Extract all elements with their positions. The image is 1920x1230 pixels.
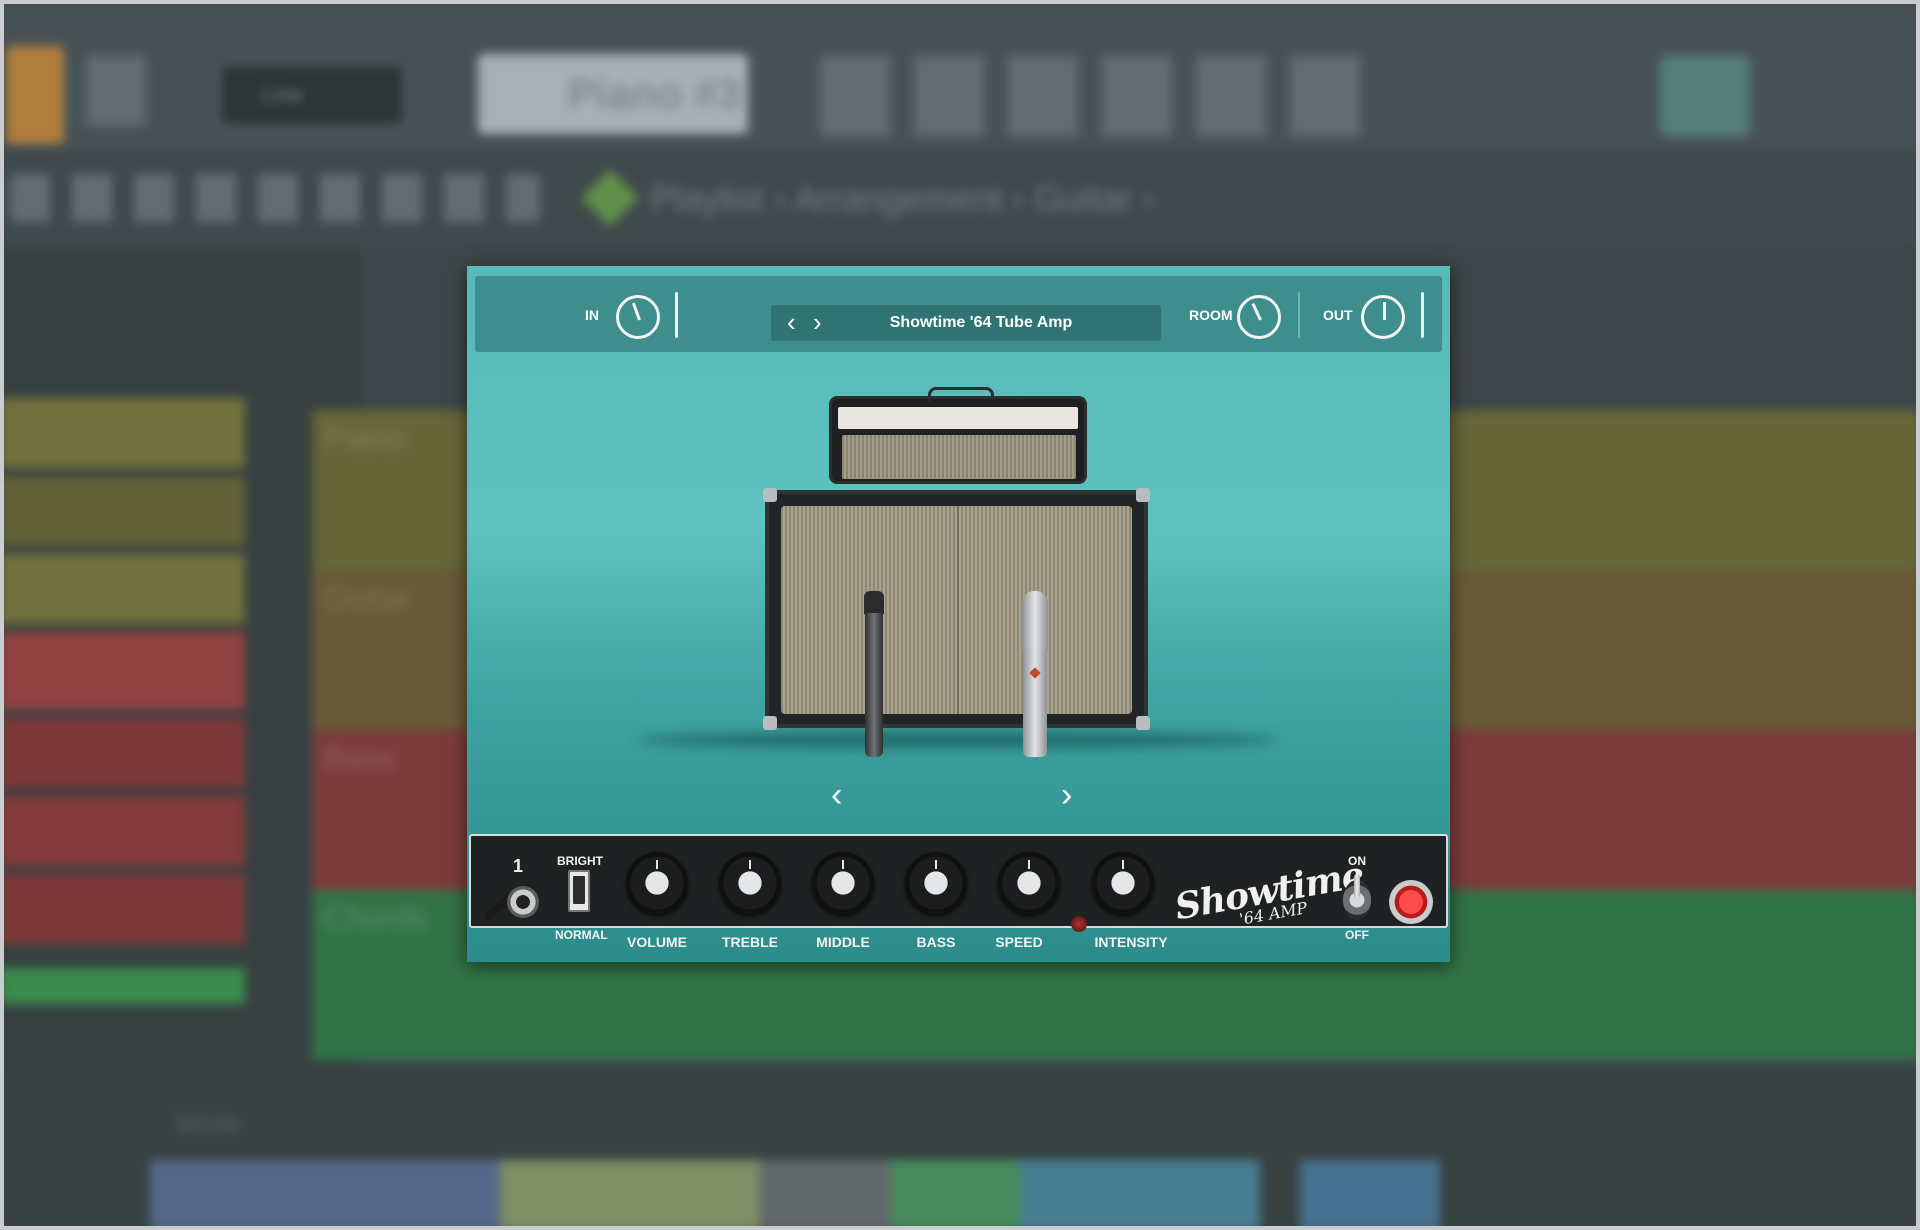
channel-row <box>0 796 245 866</box>
off-label: OFF <box>1345 928 1369 942</box>
corner-protector <box>763 488 777 502</box>
daw-playlist-icon <box>581 169 639 227</box>
power-toggle-switch[interactable] <box>1343 874 1371 920</box>
channel-row <box>0 554 245 624</box>
out-label: OUT <box>1323 307 1353 323</box>
channel-row <box>0 476 245 546</box>
volume-label: VOLUME <box>627 934 687 950</box>
mic-body <box>865 613 883 757</box>
treble-knob[interactable] <box>719 852 781 914</box>
amp-control-panel <box>838 407 1078 429</box>
plugin-header: IN ‹ › Showtime '64 Tube Amp ROOM OUT <box>475 276 1442 352</box>
bright-label: BRIGHT <box>557 854 603 868</box>
cabinet-prev-arrow[interactable]: ‹ <box>831 778 842 812</box>
amp-head-image <box>829 387 1087 484</box>
daw-channel-list <box>0 248 360 1068</box>
in-label: IN <box>585 307 599 323</box>
daw-icon-green <box>1660 56 1750 136</box>
daw-pattern-block <box>1300 1160 1440 1230</box>
channel-row <box>0 632 245 710</box>
daw-logo <box>6 46 64 144</box>
in-knob[interactable] <box>616 295 660 339</box>
mic-body <box>1023 649 1047 757</box>
breadcrumb-item: Guitar <box>1034 178 1133 219</box>
bass-label: BASS <box>916 934 956 950</box>
ribbon-mic[interactable] <box>1020 591 1050 761</box>
bass-knob[interactable] <box>905 852 967 914</box>
daw-secondary-toolbar: Playlist › Arrangement › Guitar › <box>0 148 1920 248</box>
normal-label: NORMAL <box>555 928 608 942</box>
mic-head <box>1022 591 1048 651</box>
speaker-cabinet-image <box>763 488 1150 730</box>
daw-pattern-block <box>760 1160 890 1230</box>
track-label: Guitar <box>324 580 412 616</box>
daw-pattern-block <box>500 1160 760 1230</box>
speed-label: SPEED <box>995 934 1043 950</box>
preset-name: Showtime '64 Tube Amp <box>889 314 1073 331</box>
intensity-knob[interactable] <box>1092 852 1154 914</box>
track-label: Bass <box>324 740 396 776</box>
daw-edit-tools <box>10 174 540 222</box>
treble-label: TREBLE <box>722 934 778 950</box>
corner-protector <box>1136 716 1150 730</box>
power-lamp-button[interactable] <box>1389 880 1433 924</box>
channel-number: 1 <box>513 856 524 876</box>
channel-row <box>0 718 245 788</box>
volume-knob[interactable] <box>626 852 688 914</box>
amp-plugin-window: IN ‹ › Showtime '64 Tube Amp ROOM OUT ‹ … <box>467 266 1450 962</box>
amp-handle <box>928 387 994 401</box>
bright-normal-switch[interactable] <box>568 870 590 912</box>
preset-selector[interactable]: ‹ › Showtime '64 Tube Amp <box>771 305 1161 341</box>
corner-protector <box>763 716 777 730</box>
daw-pattern-label: Piano #3 <box>568 70 741 117</box>
breadcrumb-item: Playlist <box>650 178 765 219</box>
tremolo-led <box>1071 916 1087 932</box>
cabinet-seam <box>957 506 959 714</box>
floor-shadow <box>637 732 1277 748</box>
breadcrumb-item: Arrangement <box>794 178 1003 219</box>
daw-preset-label: Line <box>262 82 304 107</box>
preset-prev-button[interactable]: ‹ <box>787 309 796 335</box>
daw-icon <box>86 56 146 126</box>
daw-breadcrumb: Playlist › Arrangement › Guitar › <box>650 178 1155 219</box>
out-knob[interactable] <box>1361 295 1405 339</box>
daw-pattern-block <box>890 1160 1020 1230</box>
corner-protector <box>1136 488 1150 502</box>
intensity-label: INTENSITY <box>1094 934 1168 950</box>
preset-next-button[interactable]: › <box>813 309 822 335</box>
track-label: Piano <box>324 420 406 456</box>
screen: Line Piano #3 Playlist › Arrangement › G… <box>0 0 1920 1230</box>
divider <box>1298 292 1300 338</box>
track-label: Chords <box>324 900 428 936</box>
amp-control-panel-strip: 1 BRIGHT NORMAL VOLUME TREBLE MIDDLE BAS… <box>469 834 1448 950</box>
daw-pattern-block <box>1020 1160 1260 1230</box>
daw-top-toolbar: Line Piano #3 <box>0 0 1920 148</box>
mic-head <box>864 591 884 615</box>
room-knob[interactable] <box>1237 295 1281 339</box>
daw-pattern-block <box>150 1160 500 1230</box>
daw-pattern-box: Piano #3 <box>478 54 748 134</box>
room-label: ROOM <box>1189 307 1233 323</box>
input-jack <box>507 886 539 918</box>
middle-knob[interactable] <box>812 852 874 914</box>
cabinet-next-arrow[interactable]: › <box>1061 778 1072 812</box>
daw-mode-label: Mode <box>176 1108 242 1138</box>
speed-knob[interactable] <box>998 852 1060 914</box>
channel-row <box>0 398 245 468</box>
middle-label: MIDDLE <box>816 934 870 950</box>
daw-bottom-panel: Mode <box>0 1068 1920 1230</box>
daw-preset-dropdown: Line <box>222 66 402 124</box>
channel-row <box>0 874 245 944</box>
divider <box>1421 292 1424 338</box>
amp-grill <box>842 435 1076 479</box>
channel-row <box>0 968 245 1004</box>
daw-tool-icons <box>820 56 1380 136</box>
on-label: ON <box>1348 854 1366 868</box>
dynamic-mic[interactable] <box>861 591 887 761</box>
divider <box>675 292 678 338</box>
